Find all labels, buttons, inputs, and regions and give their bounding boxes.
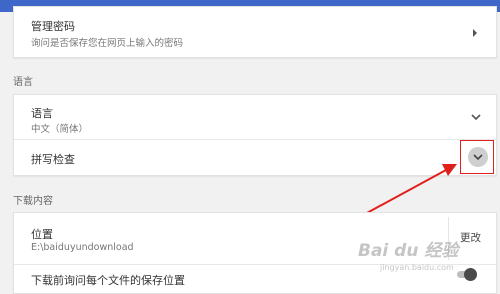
ask-where-to-save-label: 下载前询问每个文件的保存位置 <box>31 274 185 287</box>
toggle-knob <box>464 268 477 281</box>
download-location-title: 位置 <box>31 228 53 241</box>
baidu-jingyan-watermark: Bai du 经验 jingyan.baidu.com <box>358 236 459 272</box>
change-location-button[interactable]: 更改 <box>460 230 481 245</box>
ask-where-to-save-toggle[interactable] <box>455 268 479 281</box>
watermark-url: jingyan.baidu.com <box>380 263 454 272</box>
downloads-section-label: 下载内容 <box>13 196 53 207</box>
download-location-path: E:\baiduyundownload <box>31 242 134 253</box>
watermark-brand: Bai du 经验 <box>358 241 459 261</box>
